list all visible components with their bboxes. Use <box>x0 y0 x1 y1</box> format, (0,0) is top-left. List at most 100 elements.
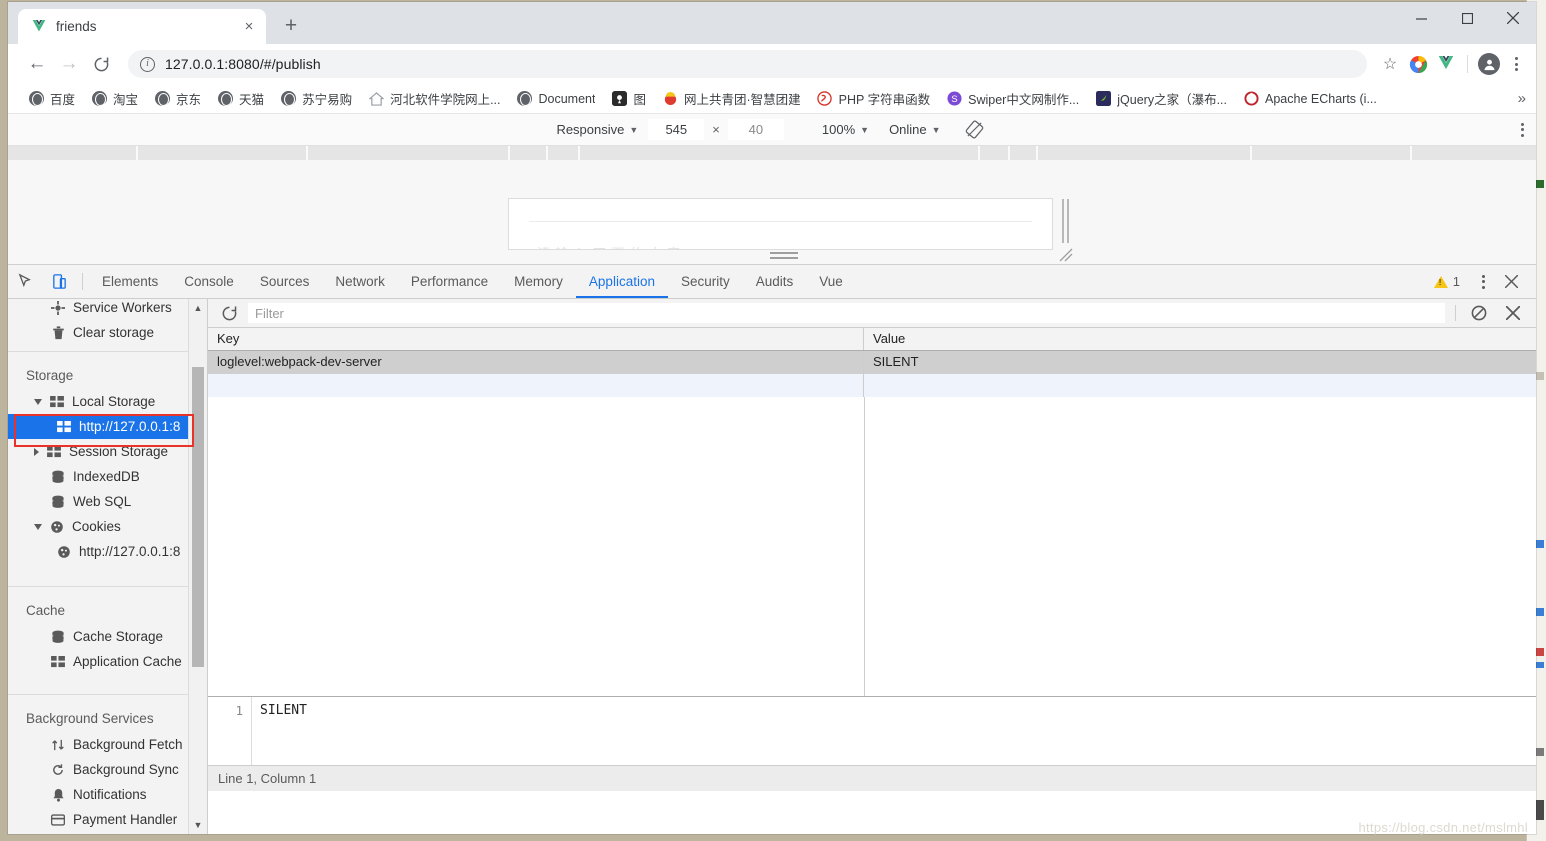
sidebar-item-local-storage[interactable]: Local Storage <box>8 389 188 414</box>
sidebar-item-local-storage-origin[interactable]: http://127.0.0.1:8 <box>8 414 188 439</box>
chevron-down-icon[interactable] <box>34 398 42 405</box>
sidebar-item-notifications[interactable]: Notifications <box>8 782 188 807</box>
dimension-separator: × <box>712 122 720 137</box>
inspect-element-icon[interactable] <box>8 265 42 298</box>
globe-icon <box>517 91 533 107</box>
bookmark-item[interactable]: 苏宁易购 <box>272 87 360 111</box>
bookmark-item[interactable]: PHP 字符串函数 <box>809 87 938 111</box>
zoom-select[interactable]: 100% ▼ <box>812 122 879 137</box>
chevron-right-icon[interactable] <box>34 447 39 456</box>
viewport-scrollbar[interactable] <box>1058 198 1072 244</box>
close-icon[interactable]: × <box>240 18 258 36</box>
browser-tab[interactable]: friends × <box>18 9 266 44</box>
bookmarks-overflow-icon[interactable]: » <box>1518 90 1530 107</box>
info-icon[interactable]: i <box>140 56 155 72</box>
minimize-icon[interactable] <box>1398 2 1444 34</box>
sidebar-item-cookies[interactable]: Cookies <box>8 514 188 539</box>
device-toolbar-menu-icon[interactable] <box>1521 122 1524 137</box>
address-bar[interactable]: i 127.0.0.1:8080/#/publish <box>128 50 1367 78</box>
browser-menu-icon[interactable] <box>1504 57 1528 71</box>
throttling-select[interactable]: Online ▼ <box>879 122 951 137</box>
sidebar-item-indexeddb[interactable]: IndexedDB <box>8 464 188 489</box>
device-toolbar-icon[interactable] <box>42 265 76 298</box>
viewport-resize-handle-corner[interactable] <box>1058 247 1076 265</box>
devtools-menu-icon[interactable] <box>1470 274 1496 289</box>
column-header-key[interactable]: Key <box>208 328 864 350</box>
sidebar-item-service-workers[interactable]: Service Workers <box>8 299 188 320</box>
emulated-page-frame[interactable]: 请 输 入 下 面 的 内 容 <box>508 198 1053 250</box>
new-tab-button[interactable]: + <box>276 11 306 41</box>
sidebar-item-background-fetch[interactable]: Background Fetch <box>8 732 188 757</box>
bookmark-item[interactable]: Document <box>509 87 604 111</box>
sidebar-item-payment-handler[interactable]: Payment Handler <box>8 807 188 832</box>
sidebar-item-application-cache[interactable]: Application Cache <box>8 649 188 674</box>
bookmark-item[interactable]: jQuery之家（瀑布... <box>1087 87 1235 111</box>
filter-input[interactable]: Filter <box>248 303 1445 323</box>
tab-sources[interactable]: Sources <box>247 265 323 298</box>
table-row[interactable] <box>208 374 1536 397</box>
page-content-line <box>529 221 1032 222</box>
tab-elements[interactable]: Elements <box>89 265 171 298</box>
watermark: https://blog.csdn.net/mslmhl <box>1358 820 1528 835</box>
table-row[interactable]: loglevel:webpack-dev-server SILENT <box>208 351 1536 374</box>
sidebar-item-label: Service Workers <box>73 300 172 315</box>
vue-devtools-icon[interactable] <box>1433 51 1459 77</box>
tab-performance[interactable]: Performance <box>398 265 501 298</box>
avatar[interactable] <box>1476 51 1502 77</box>
chrome-extension-icon[interactable] <box>1405 51 1431 77</box>
bookmark-item[interactable]: 图 <box>603 87 654 111</box>
bookmark-item[interactable]: 河北软件学院网上... <box>360 87 508 111</box>
bookmarks-bar: 百度 淘宝 京东 天猫 苏宁易购 河北软件学院网上... Document 图 … <box>8 84 1536 114</box>
close-window-icon[interactable] <box>1490 2 1536 34</box>
sidebar-item-cache-storage[interactable]: Cache Storage <box>8 624 188 649</box>
refresh-icon[interactable] <box>218 305 240 322</box>
viewport-width-input[interactable]: 545 <box>648 119 705 140</box>
tab-application[interactable]: Application <box>575 265 669 298</box>
viewport-resize-handle-bottom[interactable] <box>770 250 798 260</box>
bookmark-item[interactable]: 百度 <box>20 87 83 111</box>
scrollbar-thumb[interactable] <box>192 367 204 667</box>
device-select[interactable]: Responsive ▼ <box>546 122 648 137</box>
viewport-ruler <box>8 146 1536 160</box>
tab-network[interactable]: Network <box>322 265 398 298</box>
bookmark-item[interactable]: 京东 <box>146 87 209 111</box>
sidebar-item-label: Local Storage <box>72 394 156 409</box>
bookmark-item[interactable]: Apache ECharts (i... <box>1235 87 1385 111</box>
devtools-close-icon[interactable] <box>1496 275 1526 288</box>
table-icon <box>49 394 65 410</box>
devtools-body: Service Workers Clear storage Storage Lo… <box>8 299 1536 834</box>
sidebar-item-session-storage[interactable]: Session Storage <box>8 439 188 464</box>
bookmark-item[interactable]: 天猫 <box>209 87 272 111</box>
chevron-down-icon[interactable] <box>34 523 42 530</box>
back-icon[interactable]: ← <box>22 49 52 79</box>
tab-audits[interactable]: Audits <box>743 265 807 298</box>
forward-icon[interactable]: → <box>54 49 84 79</box>
sidebar-item-clear-storage[interactable]: Clear storage <box>8 320 188 345</box>
warning-badge[interactable]: 1 <box>1433 274 1470 289</box>
bookmark-star-icon[interactable]: ☆ <box>1377 51 1403 77</box>
tab-console[interactable]: Console <box>171 265 247 298</box>
warning-icon <box>1433 275 1448 288</box>
maximize-icon[interactable] <box>1444 2 1490 34</box>
reload-icon[interactable] <box>86 49 116 79</box>
sidebar-item-label: Background Fetch <box>73 737 183 752</box>
globe-icon <box>217 91 233 107</box>
sidebar-item-cookies-origin[interactable]: http://127.0.0.1:8 <box>8 539 188 564</box>
column-header-value[interactable]: Value <box>864 328 1536 350</box>
bookmark-item[interactable]: 网上共青团·智慧团建 <box>654 87 809 111</box>
tab-vue[interactable]: Vue <box>806 265 856 298</box>
sidebar-item-web-sql[interactable]: Web SQL <box>8 489 188 514</box>
scroll-up-icon[interactable]: ▲ <box>189 299 207 317</box>
tab-security[interactable]: Security <box>668 265 743 298</box>
viewport-height-input[interactable]: 40 <box>727 119 784 140</box>
tab-memory[interactable]: Memory <box>501 265 576 298</box>
delete-selected-icon[interactable] <box>1500 306 1526 320</box>
rotate-icon[interactable] <box>951 120 998 139</box>
sidebar-item-background-sync[interactable]: Background Sync <box>8 757 188 782</box>
scroll-down-icon[interactable]: ▼ <box>189 816 207 834</box>
bookmark-item[interactable]: S Swiper中文网制作... <box>938 87 1087 111</box>
sidebar-scrollbar[interactable]: ▲ ▼ <box>188 299 207 834</box>
clear-all-icon[interactable] <box>1466 305 1492 321</box>
bookmark-item[interactable]: 淘宝 <box>83 87 146 111</box>
preview-content[interactable]: SILENT <box>252 697 1536 765</box>
